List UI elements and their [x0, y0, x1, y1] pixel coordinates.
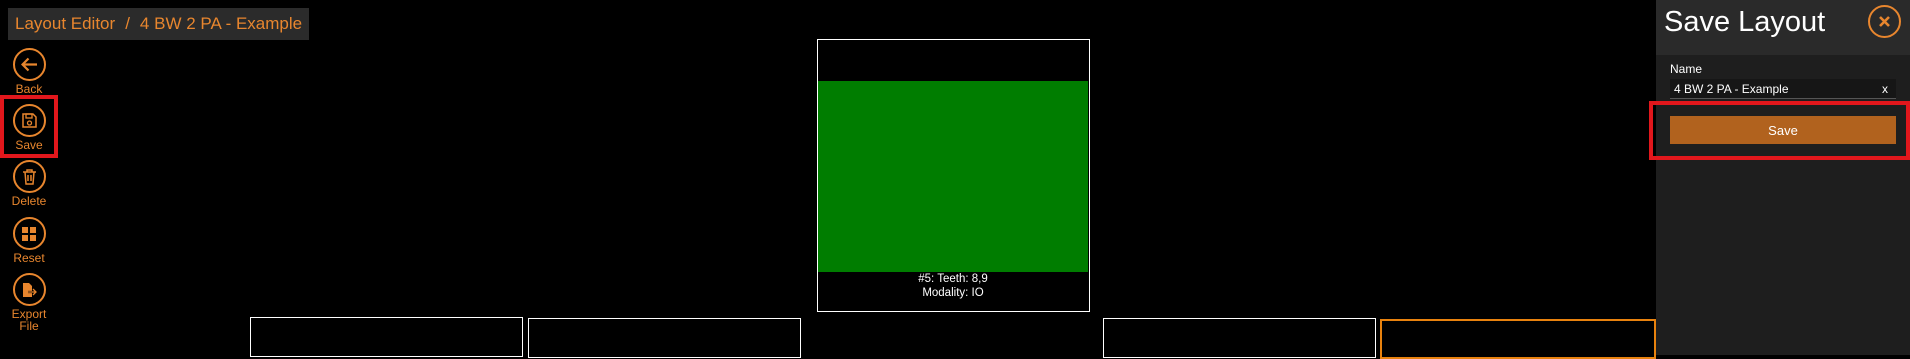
back-label: Back [15, 82, 43, 96]
layout-cell-3[interactable] [1103, 318, 1376, 358]
layout-cell-2[interactable] [528, 318, 801, 358]
delete-button[interactable]: Delete [0, 160, 58, 207]
save-tool-highlight [0, 95, 58, 158]
save-layout-panel: Save Layout Name 4 BW 2 PA - Example x S… [1656, 0, 1910, 355]
name-label: Name [1670, 62, 1703, 76]
panel-body [1656, 55, 1910, 355]
layout-canvas: #5: Teeth: 8,9 Modality: IO [58, 0, 1656, 359]
cell-caption-teeth: #5: Teeth: 8,9 [918, 273, 988, 285]
save-button-highlight [1649, 101, 1910, 160]
delete-label: Delete [11, 194, 47, 208]
cell-caption: #5: Teeth: 8,9 Modality: IO [818, 272, 1088, 300]
clear-input-button[interactable]: x [1882, 82, 1888, 96]
image-placeholder [818, 81, 1088, 272]
back-arrow-icon [12, 48, 46, 81]
layout-name-input[interactable]: 4 BW 2 PA - Example x [1670, 79, 1896, 99]
grid-icon [12, 217, 46, 250]
back-button[interactable]: Back [0, 48, 58, 95]
cell-caption-modality: Modality: IO [922, 287, 984, 299]
close-button[interactable] [1868, 5, 1901, 38]
panel-title: Save Layout [1664, 6, 1826, 38]
layout-cell-4-selected[interactable] [1380, 319, 1656, 359]
layout-cell-5[interactable]: #5: Teeth: 8,9 Modality: IO [817, 39, 1090, 312]
layout-cell-1[interactable] [250, 317, 523, 357]
trash-icon [12, 160, 46, 193]
reset-label: Reset [13, 251, 45, 265]
export-file-icon [12, 273, 46, 306]
reset-button[interactable]: Reset [0, 217, 58, 264]
export-label-line2: File [19, 319, 39, 333]
close-icon [1879, 16, 1890, 27]
layout-name-value: 4 BW 2 PA - Example [1674, 81, 1789, 96]
export-file-button[interactable]: Export File [0, 273, 58, 332]
